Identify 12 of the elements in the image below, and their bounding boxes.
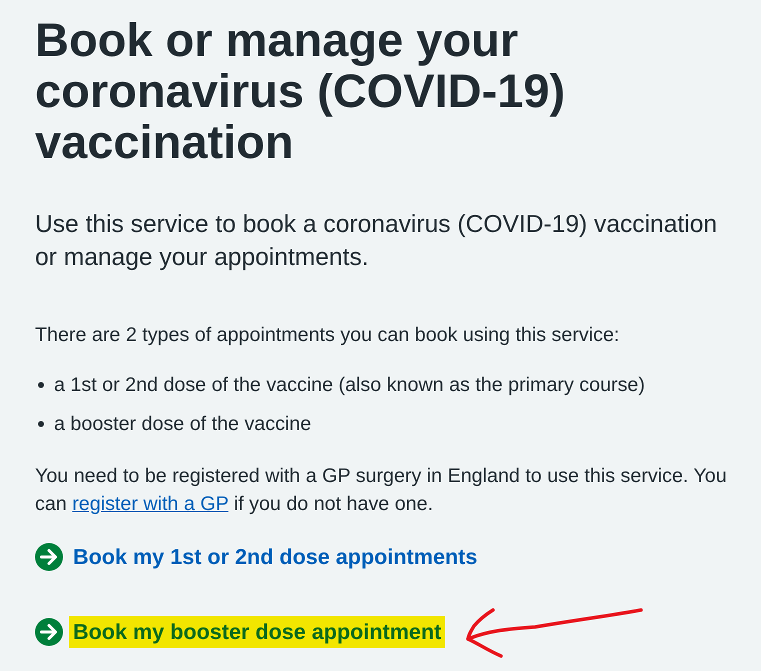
bullet-icon xyxy=(38,382,44,388)
arrow-right-circle-icon xyxy=(35,618,63,646)
bullet-icon xyxy=(38,421,44,427)
intro-text: There are 2 types of appointments you can book using this service: xyxy=(35,323,620,348)
list-item-text: a 1st or 2nd dose of the vaccine (also known as the primary course) xyxy=(54,373,645,398)
arrow-right-circle-icon xyxy=(35,543,63,571)
register-gp-link[interactable]: register with a GP xyxy=(72,493,228,515)
list-item-text: a booster dose of the vaccine xyxy=(54,412,312,437)
action-link[interactable]: Book my 1st or 2nd dose appointments xyxy=(35,541,482,573)
lead-paragraph: Use this service to book a coronavirus (COVID-19) vaccination or manage your appointments. xyxy=(35,210,718,273)
registration-paragraph: You need to be registered with a GP surgery in England to use this service. You can register with a GP if you do not have one. xyxy=(35,464,728,517)
page-heading: Book or manage your coronavirus (COVID-19) vaccination xyxy=(35,14,566,167)
